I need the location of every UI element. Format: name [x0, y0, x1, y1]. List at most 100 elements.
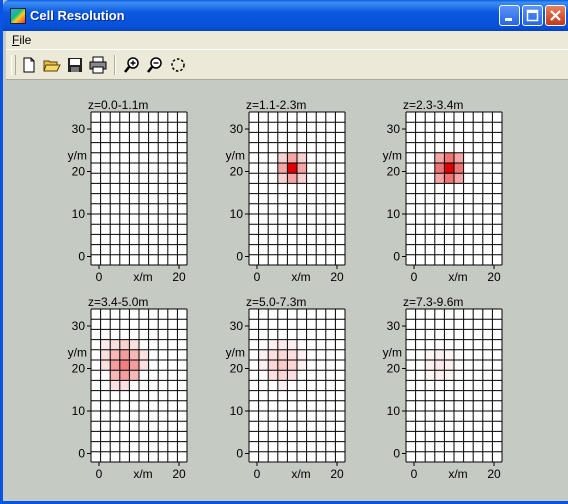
heatmap-cell	[425, 349, 435, 360]
save-button[interactable]	[66, 56, 84, 74]
x-tick-label: 20	[172, 270, 186, 284]
y-tick-label: 30	[230, 122, 244, 136]
heatmap-cell	[277, 152, 288, 163]
plot-area: z=0.0-1.1m 0 10 20 30 0 20 x/m y/m z=1.1-2.3m 0 10 2…	[6, 80, 568, 501]
heatmap-cell	[100, 339, 111, 350]
y-tick-label: 0	[393, 250, 400, 264]
heatmap-panel: z=3.4-5.0m 0 10 20 30 0 20 x/m y/m	[68, 295, 188, 481]
x-tick-label: 20	[487, 467, 501, 481]
heatmap-cell	[444, 152, 454, 163]
y-tick-label: 10	[72, 404, 86, 418]
open-button[interactable]	[43, 56, 61, 74]
title-bar[interactable]: Cell Resolution	[3, 0, 568, 31]
minimize-button[interactable]	[499, 5, 520, 26]
heatmap-cell	[277, 360, 288, 371]
x-tick-label: 0	[96, 270, 103, 284]
toolbar-separator	[114, 55, 116, 75]
heatmap-cell	[110, 339, 120, 350]
zoom-in-button[interactable]	[123, 56, 141, 74]
y-tick-label: 30	[230, 319, 244, 333]
heatmap-cell	[268, 349, 278, 360]
heatmap-panel: z=1.1-2.3m 0 10 20 30 0 20 x/m y/m	[226, 98, 346, 284]
heatmap-cell	[434, 173, 445, 184]
heatmap-cell	[129, 370, 139, 381]
close-button[interactable]	[545, 5, 566, 26]
maximize-icon	[526, 9, 539, 22]
heatmap-cell	[119, 380, 130, 391]
y-axis-label: y/m	[383, 346, 402, 360]
minimize-icon	[505, 18, 512, 21]
y-tick-label: 10	[230, 207, 244, 221]
heatmap-cell	[444, 163, 454, 174]
y-tick-label: 0	[236, 250, 243, 264]
toolbar-grip[interactable]	[11, 55, 16, 75]
y-axis-label: y/m	[68, 346, 87, 360]
y-tick-label: 0	[393, 447, 400, 461]
x-axis-label: x/m	[133, 270, 152, 284]
heatmap-cell	[287, 339, 297, 350]
x-axis-label: x/m	[291, 270, 310, 284]
heatmap-cell	[287, 173, 297, 184]
y-tick-label: 0	[236, 447, 243, 461]
panel-title: z=7.3-9.6m	[403, 295, 463, 309]
panel-title: z=5.0-7.3m	[246, 295, 306, 309]
heatmap-cell	[287, 349, 297, 360]
maximize-button[interactable]	[522, 5, 543, 26]
y-axis-label: y/m	[383, 149, 402, 163]
x-axis-label: x/m	[291, 467, 310, 481]
print-button[interactable]	[89, 56, 107, 74]
panel-title: z=3.4-5.0m	[88, 295, 148, 309]
x-tick-label: 0	[254, 467, 261, 481]
zoom-out-button[interactable]	[146, 56, 164, 74]
y-tick-label: 30	[72, 319, 86, 333]
zoom-out-icon	[147, 57, 162, 73]
heatmap-cell	[110, 349, 120, 360]
menu-file-rest: ile	[19, 33, 32, 47]
heatmap-cell	[258, 349, 269, 360]
y-tick-label: 10	[230, 404, 244, 418]
panel-title: z=1.1-2.3m	[246, 98, 306, 112]
new-document-icon	[23, 57, 35, 73]
heatmap-cell	[258, 360, 269, 371]
y-tick-label: 10	[387, 404, 401, 418]
heatmap-cell	[287, 163, 297, 174]
zoom-reset-icon	[171, 58, 185, 72]
heatmap-cell	[425, 370, 435, 381]
x-axis-label: x/m	[133, 467, 152, 481]
y-tick-label: 20	[387, 165, 401, 179]
heatmap-panel: z=2.3-3.4m 0 10 20 30 0 20 x/m y/m	[383, 98, 503, 284]
toolbar	[6, 49, 568, 80]
x-tick-label: 0	[411, 467, 418, 481]
heatmap-cell	[110, 370, 120, 381]
heatmap-cell	[129, 349, 139, 360]
new-document-button[interactable]	[20, 56, 38, 74]
x-tick-label: 0	[96, 467, 103, 481]
y-axis-label: y/m	[226, 346, 245, 360]
heatmap-cell	[434, 360, 445, 371]
y-tick-label: 20	[387, 362, 401, 376]
y-tick-label: 0	[78, 447, 85, 461]
heatmap-panel: z=7.3-9.6m 0 10 20 30 0 20 x/m y/m	[383, 295, 503, 481]
heatmap-cell	[444, 360, 454, 371]
zoom-in-icon	[124, 57, 139, 73]
heatmap-cell	[287, 360, 297, 371]
y-tick-label: 20	[72, 362, 86, 376]
heatmap-cell	[297, 349, 307, 360]
app-window: Cell Resolution File z=0.0-1.1m 0 10 20 …	[0, 0, 568, 504]
heatmap-cell	[139, 360, 149, 371]
heatmap-cell	[277, 339, 288, 350]
heatmap-cell	[277, 380, 288, 391]
heatmap-cell	[434, 370, 445, 381]
heatmap-cell	[454, 173, 464, 184]
heatmap-cell	[119, 360, 130, 371]
menu-file[interactable]: File	[12, 33, 31, 47]
zoom-reset-button[interactable]	[169, 56, 187, 74]
x-tick-label: 20	[330, 270, 344, 284]
y-tick-label: 0	[78, 250, 85, 264]
y-tick-label: 30	[387, 319, 401, 333]
heatmap-cell	[129, 339, 139, 350]
x-tick-label: 20	[330, 467, 344, 481]
y-tick-label: 20	[72, 165, 86, 179]
cell-resolution-plots: z=0.0-1.1m 0 10 20 30 0 20 x/m y/m z=1.1-2.3m 0 10 2…	[68, 98, 503, 481]
window-title: Cell Resolution	[30, 8, 125, 23]
